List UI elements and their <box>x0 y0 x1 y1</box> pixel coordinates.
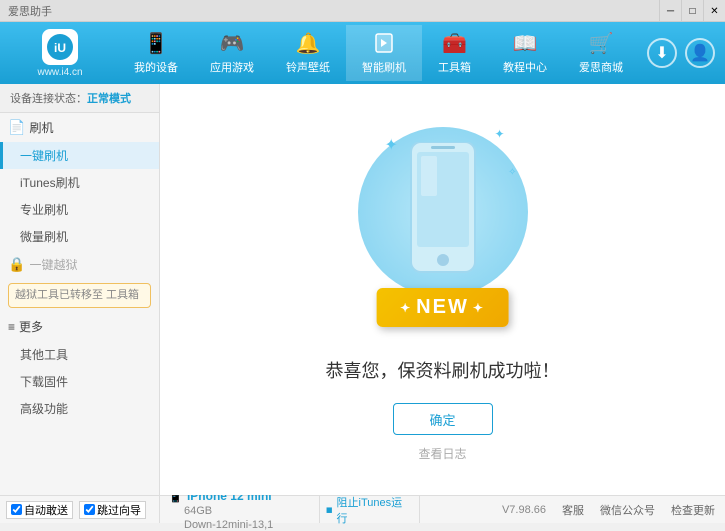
bottom-bar: 自动敢送 跳过向导 📱 iPhone 12 mini 64GB Down-12m… <box>0 495 725 523</box>
toolbox-label: 工具箱 <box>438 59 471 75</box>
one-key-flash-label: 一键刷机 <box>20 149 68 163</box>
jailbreak-notice: 越狱工具已转移至 工具箱 <box>8 283 151 308</box>
logo-area: iU www.i4.cn <box>10 29 110 78</box>
sidebar-flash-header[interactable]: 📄 刷机 <box>0 113 159 142</box>
phone-svg <box>403 142 483 282</box>
status-label: 设备连接状态： <box>10 93 87 105</box>
status-value: 正常模式 <box>87 93 131 105</box>
sidebar-item-one-key-flash[interactable]: 一键刷机 <box>0 142 159 169</box>
version-label: V7.98.66 <box>502 504 546 516</box>
skip-wizard-checkbox-label[interactable]: 跳过向导 <box>79 501 146 519</box>
close-button[interactable]: ✕ <box>703 0 725 22</box>
advanced-label: 高级功能 <box>20 402 68 416</box>
wechat-official-link[interactable]: 微信公众号 <box>600 502 655 518</box>
logo-icon: iU <box>42 29 78 65</box>
sparkle-right-mid: ✧ <box>508 167 516 178</box>
recall-link[interactable]: 查看日志 <box>418 445 466 462</box>
flash-section-icon: 📄 <box>8 119 25 136</box>
apps-games-label: 应用游戏 <box>210 59 254 75</box>
my-device-icon: 📱 <box>144 31 168 55</box>
sidebar-more-header[interactable]: ≡ 更多 <box>0 312 159 341</box>
nav-apps-games[interactable]: 🎮 应用游戏 <box>194 25 270 81</box>
nav-my-device[interactable]: 📱 我的设备 <box>118 25 194 81</box>
sidebar: 设备连接状态：正常模式 📄 刷机 一键刷机 iTunes刷机 专业刷机 微量刷机… <box>0 84 160 495</box>
sidebar-item-advanced[interactable]: 高级功能 <box>0 395 159 422</box>
skip-wizard-label: 跳过向导 <box>97 502 141 518</box>
bottom-spacer <box>420 496 492 523</box>
success-message: 恭喜您，保资料刷机成功啦！ <box>326 357 560 383</box>
success-illustration: ✦ ✦ ✧ ✦NEW✦ <box>333 117 553 337</box>
sidebar-item-pro-flash[interactable]: 专业刷机 <box>0 196 159 223</box>
smart-flash-icon <box>372 31 396 55</box>
store-label: 爱思商城 <box>579 59 623 75</box>
download-firmware-label: 下载固件 <box>20 375 68 389</box>
check-update-link[interactable]: 检查更新 <box>671 502 715 518</box>
tutorials-icon: 📖 <box>513 31 537 55</box>
itunes-stop-icon: ⏹ <box>326 502 333 518</box>
auto-start-label: 自动敢送 <box>24 502 68 518</box>
sidebar-item-micro-flash[interactable]: 微量刷机 <box>0 223 159 250</box>
sparkle-left: ✦ <box>385 135 398 155</box>
pro-flash-label: 专业刷机 <box>20 203 68 217</box>
itunes-row: ⏹ 阻止iTunes运行 <box>320 496 420 523</box>
user-button[interactable]: 👤 <box>685 38 715 68</box>
jailbreak-notice-text: 越狱工具已转移至 工具箱 <box>15 289 139 301</box>
header: iU www.i4.cn 📱 我的设备 🎮 应用游戏 🔔 铃声壁纸 智能刷机 <box>0 22 725 84</box>
main-content: ✦ ✦ ✧ ✦NEW✦ 恭喜您，保资料刷机成功啦！ 确定 <box>160 84 725 495</box>
header-right: ⬇ 👤 <box>647 38 715 68</box>
micro-flash-label: 微量刷机 <box>20 230 68 244</box>
store-icon: 🛒 <box>589 31 613 55</box>
itunes-label[interactable]: 阻止iTunes运行 <box>337 494 414 526</box>
jailbreak-label: 一键越狱 <box>29 256 77 273</box>
ringtones-label: 铃声壁纸 <box>286 59 330 75</box>
ringtones-icon: 🔔 <box>296 31 320 55</box>
itunes-flash-label: iTunes刷机 <box>20 176 80 190</box>
my-device-label: 我的设备 <box>134 59 178 75</box>
device-info: 📱 iPhone 12 mini 64GB Down-12mini-13,1 <box>160 496 320 523</box>
nav-tutorials[interactable]: 📖 教程中心 <box>487 25 563 81</box>
auto-start-checkbox-label[interactable]: 自动敢送 <box>6 501 73 519</box>
other-tools-label: 其他工具 <box>20 348 68 362</box>
new-ribbon: ✦NEW✦ <box>376 288 509 327</box>
smart-flash-label: 智能刷机 <box>362 59 406 75</box>
nav-smart-flash[interactable]: 智能刷机 <box>346 25 422 81</box>
device-storage: 64GB <box>184 505 212 517</box>
minimize-button[interactable]: ─ <box>659 0 681 22</box>
skip-wizard-checkbox[interactable] <box>84 504 95 515</box>
confirm-button[interactable]: 确定 <box>393 403 493 435</box>
device-firmware: Down-12mini-13,1 <box>184 519 273 531</box>
sidebar-item-other-tools[interactable]: 其他工具 <box>0 341 159 368</box>
sidebar-jailbreak-header: 🔒 一键越狱 <box>0 250 159 279</box>
nav-ringtones[interactable]: 🔔 铃声壁纸 <box>270 25 346 81</box>
toolbox-icon: 🧰 <box>443 31 467 55</box>
device-status-bar: 设备连接状态：正常模式 <box>0 84 159 113</box>
maximize-button[interactable]: □ <box>681 0 703 22</box>
sidebar-item-itunes-flash[interactable]: iTunes刷机 <box>0 169 159 196</box>
customer-service-link[interactable]: 客服 <box>562 502 584 518</box>
download-button[interactable]: ⬇ <box>647 38 677 68</box>
sparkle-right-top: ✦ <box>494 127 504 141</box>
auto-start-checkbox[interactable] <box>11 504 22 515</box>
logo-site: www.i4.cn <box>37 67 82 78</box>
ribbon-text: NEW <box>416 296 469 318</box>
nav-bar: 📱 我的设备 🎮 应用游戏 🔔 铃声壁纸 智能刷机 🧰 工具箱 📖 <box>110 25 647 81</box>
jailbreak-lock-icon: 🔒 <box>8 256 25 273</box>
nav-toolbox[interactable]: 🧰 工具箱 <box>422 25 487 81</box>
more-section-label: 更多 <box>19 318 43 335</box>
more-section-icon: ≡ <box>8 320 15 334</box>
svg-text:iU: iU <box>54 41 66 55</box>
sidebar-item-download-firmware[interactable]: 下载固件 <box>0 368 159 395</box>
apps-games-icon: 🎮 <box>220 31 244 55</box>
bottom-right-links: V7.98.66 客服 微信公众号 检查更新 <box>492 496 725 523</box>
window-title: 爱思助手 <box>8 3 52 19</box>
tutorials-label: 教程中心 <box>503 59 547 75</box>
bottom-left: 自动敢送 跳过向导 <box>0 496 160 523</box>
nav-store[interactable]: 🛒 爱思商城 <box>563 25 639 81</box>
main-layout: 设备连接状态：正常模式 📄 刷机 一键刷机 iTunes刷机 专业刷机 微量刷机… <box>0 84 725 495</box>
flash-section-label: 刷机 <box>29 119 53 136</box>
